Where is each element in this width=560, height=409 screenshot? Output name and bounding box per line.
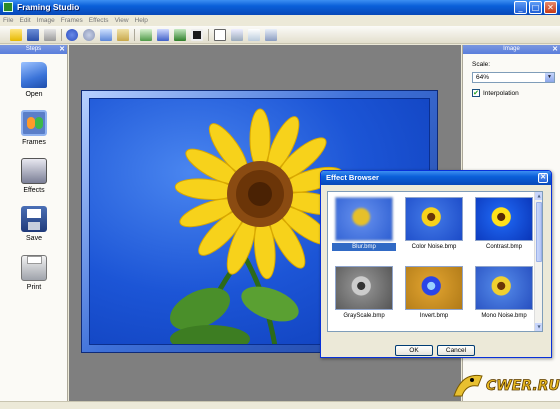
effects-grid: Blur.bmp Color Noise.bmp Contrast.bmp Gr… [327,191,543,332]
effect-name: Blur.bmp [332,243,396,251]
effect-name: Invert.bmp [419,313,449,319]
effect-browser-close-button[interactable]: ✕ [538,173,548,183]
status-bar [0,401,560,409]
title-bar: Framing Studio _ □ ✕ [0,0,560,15]
effect-browser-title-bar: Effect Browser ✕ [321,171,551,185]
interpolation-checkbox[interactable]: ✔ [472,89,480,97]
interpolation-label: Interpolation [483,90,519,97]
steps-panel-header: Steps ✕ [0,45,67,54]
resize-icon[interactable] [231,29,243,41]
landscape-icon[interactable] [174,29,186,41]
menu-help[interactable]: Help [132,15,151,26]
copy-icon[interactable] [100,29,112,41]
effect-item-grayscale[interactable]: GrayScale.bmp [332,266,396,320]
paste-icon[interactable] [117,29,129,41]
window-title: Framing Studio [17,2,80,12]
redo-icon[interactable] [83,29,95,41]
close-button[interactable]: ✕ [544,1,557,14]
effect-item-mono-noise[interactable]: Mono Noise.bmp [472,266,536,320]
step-open[interactable]: Open [0,62,68,98]
step-effects[interactable]: Effects [0,158,68,194]
cancel-button[interactable]: Cancel [437,345,475,356]
undo-icon[interactable] [66,29,78,41]
fullscreen-icon[interactable] [191,29,203,41]
effect-browser-dialog: Effect Browser ✕ Blur.bmp Color Noise.bm… [320,170,552,358]
effect-name: Color Noise.bmp [411,244,457,250]
effect-thumbnail [405,197,463,241]
image-panel-close-icon[interactable]: ✕ [552,45,558,54]
toolbar-separator [134,29,135,41]
chevron-down-icon[interactable]: ▼ [545,73,554,82]
effect-name: Mono Noise.bmp [481,313,527,319]
crop-icon[interactable] [214,29,226,41]
toolbar-separator [61,29,62,41]
image-panel-header: Image ✕ [463,45,560,54]
frame-icon[interactable] [157,29,169,41]
step-print-label: Print [26,284,42,291]
properties-icon[interactable] [265,29,277,41]
step-open-label: Open [25,91,43,98]
steps-panel: Steps ✕ Open Frames Effects Save Print [0,45,68,401]
image-icon[interactable] [140,29,152,41]
scroll-up-icon[interactable]: ▲ [535,192,542,200]
effects-icon [21,158,47,184]
step-print[interactable]: Print [0,255,68,291]
step-frames-label: Frames [22,139,46,146]
effects-scrollbar[interactable]: ▲ ▼ [534,192,542,331]
step-effects-label: Effects [23,187,45,194]
effect-thumbnail [335,197,393,241]
ok-button[interactable]: OK [395,345,433,356]
scroll-down-icon[interactable]: ▼ [535,323,542,331]
step-save[interactable]: Save [0,206,68,242]
effect-item-blur[interactable]: Blur.bmp [332,197,396,251]
effect-item-invert[interactable]: Invert.bmp [402,266,466,320]
print-icon[interactable] [44,29,56,41]
toolbar [0,26,560,44]
open-folder-icon[interactable] [10,29,22,41]
menu-view[interactable]: View [112,15,132,26]
step-save-label: Save [26,235,42,242]
frames-icon [21,110,47,136]
image-panel-title: Image [503,46,520,52]
floppy-disk-icon [21,206,47,232]
steps-panel-title: Steps [25,46,42,52]
effect-thumbnail [405,266,463,310]
effect-thumbnail [335,266,393,310]
menu-image[interactable]: Image [34,15,58,26]
maximize-button[interactable]: □ [529,1,542,14]
minimize-button[interactable]: _ [514,1,527,14]
menu-edit[interactable]: Edit [16,15,33,26]
steps-panel-close-icon[interactable]: ✕ [59,45,65,54]
effect-thumbnail [475,197,533,241]
cwer-watermark-logo: CWER.RU [453,374,560,397]
watermark-text: CWER.RU [486,378,560,394]
effect-name: GrayScale.bmp [343,313,385,319]
effect-item-contrast[interactable]: Contrast.bmp [472,197,536,251]
scrollbar-thumb[interactable] [536,202,542,262]
scale-dropdown[interactable]: 64% ▼ [472,72,555,83]
scale-label: Scale: [472,61,491,68]
menu-frames[interactable]: Frames [58,15,86,26]
scale-value: 64% [476,74,490,81]
text-icon[interactable] [248,29,260,41]
toolbar-separator [208,29,209,41]
step-frames[interactable]: Frames [0,110,68,146]
app-icon [3,2,13,12]
menu-effects[interactable]: Effects [86,15,112,26]
effect-browser-title: Effect Browser [326,173,379,182]
save-icon[interactable] [27,29,39,41]
effect-thumbnail [475,266,533,310]
folder-icon [21,62,47,88]
effect-name: Contrast.bmp [485,244,522,250]
menu-bar: File Edit Image Frames Effects View Help [0,15,560,26]
printer-icon [21,255,47,281]
menu-file[interactable]: File [0,15,16,26]
effect-item-color-noise[interactable]: Color Noise.bmp [402,197,466,251]
